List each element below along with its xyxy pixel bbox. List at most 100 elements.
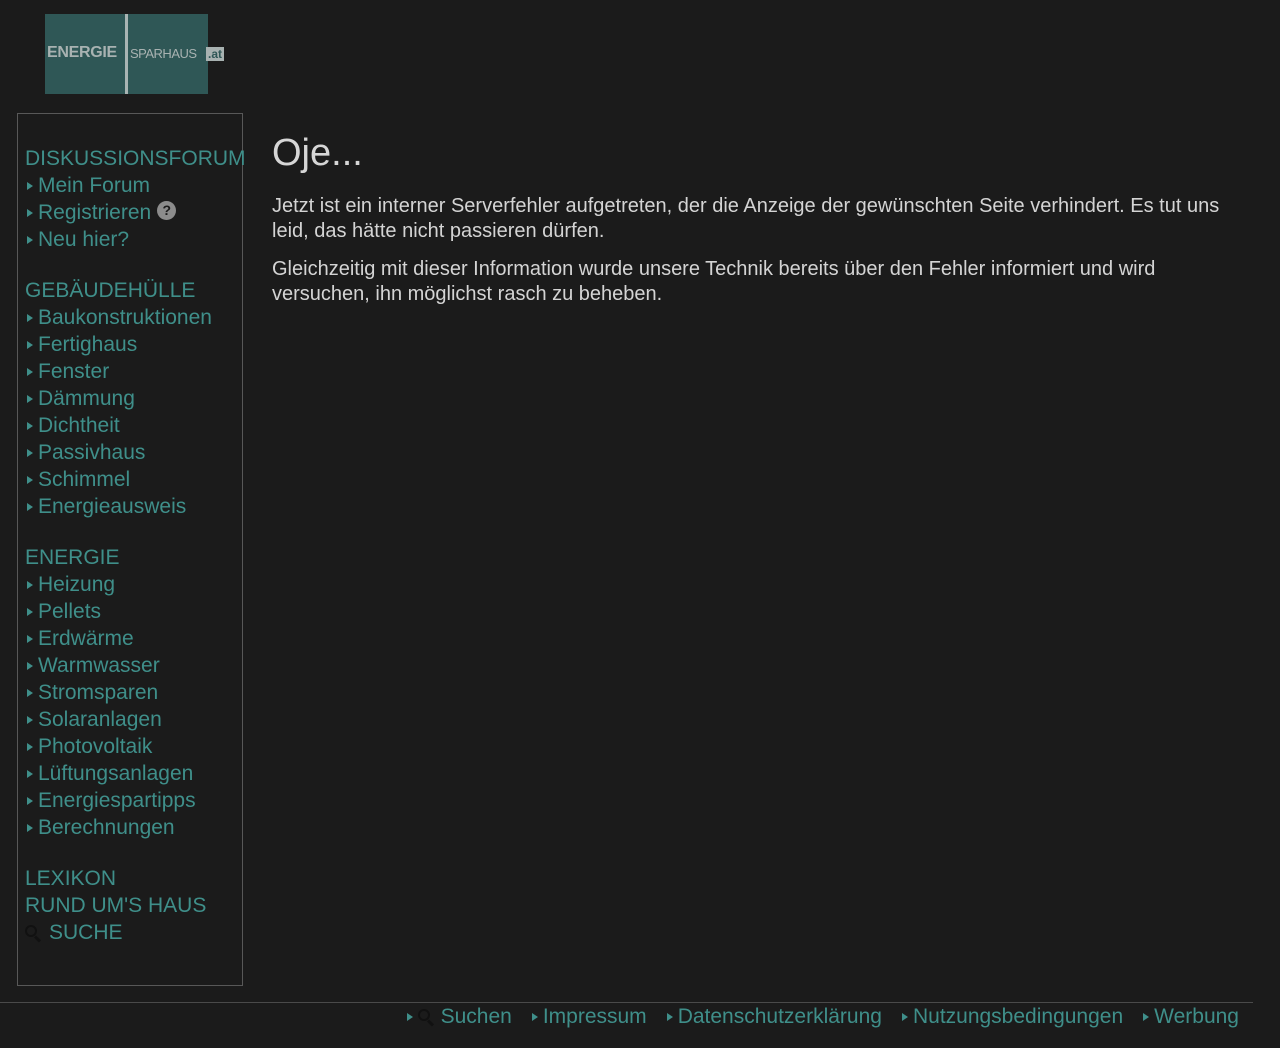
sidebar-item-energieausweis[interactable]: Energieausweis [25,493,255,520]
footer-link-impressum[interactable]: Impressum [531,1005,647,1029]
sidebar-item-label: Dämmung [38,387,135,410]
sidebar-item-erdwaerme[interactable]: Erdwärme [25,625,255,652]
section-energie: ENERGIE Heizung Pellets Erdwärme Warmwas… [25,544,255,841]
sidebar-item-lueftungsanlagen[interactable]: Lüftungsanlagen [25,760,255,787]
section-misc: LEXIKON RUND UM'S HAUS SUCHE [25,865,255,946]
sidebar-item-label: Registrieren [38,201,152,224]
sidebar-item-neu-hier[interactable]: Neu hier? [25,226,255,253]
sidebar-item-mein-forum[interactable]: Mein Forum [25,172,255,199]
triangle-right-icon [27,796,33,805]
sidebar-item-fertighaus[interactable]: Fertighaus [25,331,255,358]
triangle-right-icon [901,1013,908,1021]
sidebar-item-pellets[interactable]: Pellets [25,598,255,625]
sidebar-link-lexikon[interactable]: LEXIKON [25,865,255,892]
footer-link-nutzungsbedingungen[interactable]: Nutzungsbedingungen [901,1005,1124,1029]
triangle-right-icon [27,742,33,751]
section-title-gebaeudehuelle[interactable]: GEBÄUDEHÜLLE [25,277,255,304]
sidebar-item-label: Warmwasser [38,654,160,677]
triangle-right-icon [531,1013,538,1021]
triangle-right-icon [27,475,33,484]
sidebar-item-berechnungen[interactable]: Berechnungen [25,814,255,841]
sidebar-item-photovoltaik[interactable]: Photovoltaik [25,733,255,760]
triangle-right-icon [27,502,33,511]
footer-link-label: Werbung [1154,1005,1239,1028]
sidebar-item-energiespartipps[interactable]: Energiespartipps [25,787,255,814]
sidebar-item-registrieren[interactable]: Registrieren ? [25,199,255,226]
search-icon [417,1009,434,1025]
sidebar-item-label: Dichtheit [38,414,120,437]
sidebar-item-label: Fenster [38,360,110,383]
sidebar-item-label: Fertighaus [38,333,138,356]
logo-word-sparhaus: SPARHAUS [130,46,197,61]
section-gebaeudehuelle: GEBÄUDEHÜLLE Baukonstruktionen Fertighau… [25,277,255,520]
footer-link-werbung[interactable]: Werbung [1143,1005,1239,1029]
triangle-right-icon [406,1013,413,1021]
triangle-right-icon [27,208,33,217]
footer-link-label: Nutzungsbedingungen [912,1005,1124,1028]
sidebar-item-label: Energieausweis [38,495,187,518]
error-info: Gleichzeitig mit dieser Information wurd… [272,258,1156,305]
sidebar-item-label: Berechnungen [38,816,175,839]
sidebar-item-label: Passivhaus [38,441,146,464]
site-logo[interactable]: ENERGIE SPARHAUS .at [45,14,225,94]
help-icon[interactable]: ? [157,201,177,220]
triangle-right-icon [27,715,33,724]
sidebar-item-label: Solaranlagen [38,708,162,731]
triangle-right-icon [27,367,33,376]
sidebar-item-fenster[interactable]: Fenster [25,358,255,385]
triangle-right-icon [27,823,33,832]
search-icon [25,924,41,941]
triangle-right-icon [27,607,33,616]
triangle-right-icon [27,313,33,322]
triangle-right-icon [27,688,33,697]
page-title: Oje... [272,132,363,174]
sidebar-item-label: Baukonstruktionen [38,306,212,329]
sidebar-item-label: Lüftungsanlagen [38,762,194,785]
triangle-right-icon [27,769,33,778]
sidebar-item-label: Stromsparen [38,681,159,704]
sidebar-item-baukonstruktionen[interactable]: Baukonstruktionen [25,304,255,331]
section-diskussionsforum: DISKUSSIONSFORUM Mein Forum Registrieren… [25,145,255,253]
footer-link-label: Suchen [440,1005,512,1028]
sidebar-suche-label: SUCHE [49,921,123,944]
sidebar-item-solaranlagen[interactable]: Solaranlagen [25,706,255,733]
sidebar-item-label: Neu hier? [38,228,130,251]
sidebar-link-suche[interactable]: SUCHE [25,919,255,946]
triangle-right-icon [27,181,33,190]
error-message: Jetzt ist ein interner Serverfehler aufg… [272,195,1220,242]
sidebar-item-label: Energiespartipps [38,789,196,812]
logo-word-energie: ENERGIE [47,44,117,61]
footer-link-label: Datenschutzerklärung [677,1005,882,1028]
sidebar: DISKUSSIONSFORUM Mein Forum Registrieren… [17,113,246,986]
triangle-right-icon [27,580,33,589]
section-title-energie[interactable]: ENERGIE [25,544,255,571]
logo-word-at: .at [206,47,225,61]
sidebar-item-label: Schimmel [38,468,131,491]
sidebar-item-label: Mein Forum [38,174,151,197]
triangle-right-icon [27,340,33,349]
sidebar-item-passivhaus[interactable]: Passivhaus [25,439,255,466]
triangle-right-icon [27,448,33,457]
triangle-right-icon [1143,1013,1150,1021]
sidebar-item-schimmel[interactable]: Schimmel [25,466,255,493]
logo-divider [125,14,128,94]
triangle-right-icon [27,421,33,430]
triangle-right-icon [27,394,33,403]
section-title-diskussionsforum[interactable]: DISKUSSIONSFORUM [25,145,255,172]
sidebar-item-label: Photovoltaik [38,735,153,758]
sidebar-item-label: Heizung [38,573,116,596]
triangle-right-icon [27,661,33,670]
footer-link-suchen[interactable]: Suchen [406,1005,512,1029]
footer-link-datenschutz[interactable]: Datenschutzerklärung [666,1005,882,1029]
sidebar-item-daemmung[interactable]: Dämmung [25,385,255,412]
footer: Suchen Impressum Datenschutzerklärung Nu… [387,1003,1239,1031]
footer-link-label: Impressum [542,1005,647,1028]
triangle-right-icon [666,1013,673,1021]
triangle-right-icon [27,235,33,244]
sidebar-item-heizung[interactable]: Heizung [25,571,255,598]
sidebar-item-dichtheit[interactable]: Dichtheit [25,412,255,439]
sidebar-item-label: Pellets [38,600,102,623]
sidebar-link-rund-ums-haus[interactable]: RUND UM'S HAUS [25,892,255,919]
sidebar-item-stromsparen[interactable]: Stromsparen [25,679,255,706]
sidebar-item-warmwasser[interactable]: Warmwasser [25,652,255,679]
